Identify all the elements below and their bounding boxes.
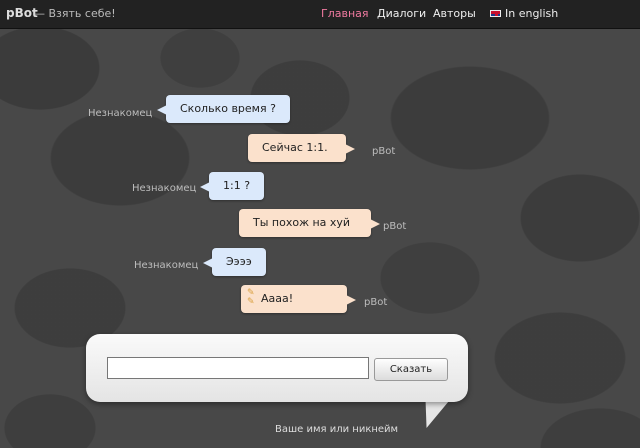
nickname-label[interactable]: Ваше имя или никнейм (275, 424, 398, 435)
chat-message-bot: ✎ ✎ Аааа! (241, 285, 356, 313)
speaker-label: pBot (383, 221, 407, 232)
top-bar: pBot — Взять себе! Главная Диалоги Автор… (0, 0, 640, 29)
chat-message-text: Аааа! (261, 292, 294, 305)
nav-item-english[interactable]: In english (490, 7, 558, 20)
nav-item-authors[interactable]: Авторы (433, 7, 476, 20)
chat-message-stranger: Ээээ (203, 248, 266, 276)
speaker-label: Незнакомец (134, 260, 199, 271)
chat-message-stranger: 1:1 ? (199, 172, 265, 200)
nav-item-home[interactable]: Главная (321, 7, 369, 20)
speaker-label: Незнакомец (88, 108, 153, 119)
nav-item-english-label: In english (505, 7, 559, 20)
nav-item-authors-label: Авторы (433, 7, 476, 20)
speaker-label: Незнакомец (132, 183, 197, 194)
message-input[interactable] (107, 357, 369, 379)
chat-message-bot: Ты похож на хуй (239, 209, 380, 237)
speaker-label: pBot (372, 146, 396, 157)
chat-message-bot: Сейчас 1:1. (248, 134, 355, 162)
speaker-label: pBot (364, 297, 388, 308)
tagline: — Взять себе! (34, 7, 116, 20)
chat-message-stranger: Сколько время ? (157, 95, 290, 123)
pencil-icon: ✎ ✎ (247, 288, 255, 307)
uk-flag-icon (490, 10, 501, 17)
say-button[interactable]: Сказать (374, 358, 448, 381)
nav-item-dialogs[interactable]: Диалоги (377, 7, 426, 20)
logo[interactable]: pBot (6, 6, 38, 20)
